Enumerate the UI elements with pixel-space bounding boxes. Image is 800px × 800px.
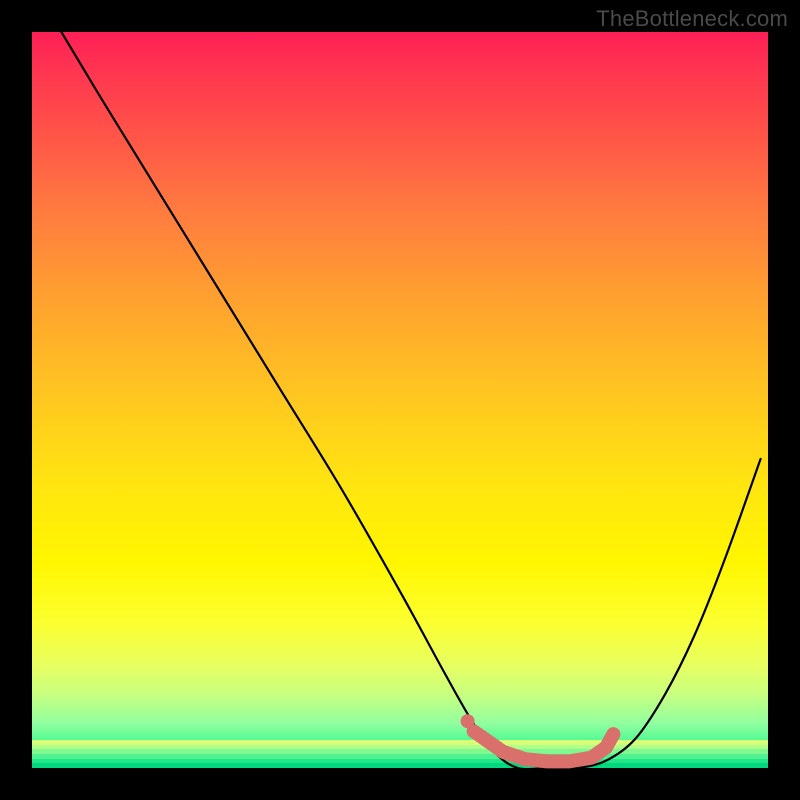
curve-layer (32, 32, 768, 768)
marker-lead-dot (461, 714, 475, 728)
watermark-text: TheBottleneck.com (596, 6, 788, 32)
bottleneck-curve (61, 32, 760, 769)
marker-band (474, 731, 614, 761)
highlighted-range-markers (461, 714, 614, 761)
chart-frame: TheBottleneck.com (0, 0, 800, 800)
plot-area (32, 32, 768, 768)
